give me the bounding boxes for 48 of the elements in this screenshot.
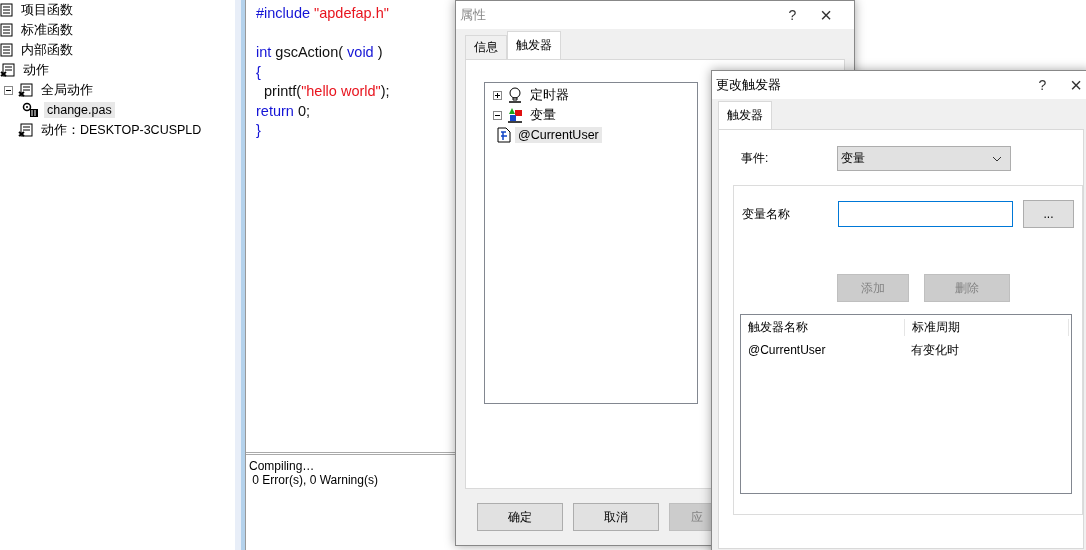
- code-line: printf("hello world");: [263, 83, 391, 101]
- browse-button[interactable]: ...: [1023, 200, 1074, 228]
- tree-item[interactable]: change.pas: [44, 102, 115, 118]
- help-button[interactable]: ?: [776, 7, 809, 23]
- event-label: 事件:: [741, 150, 770, 167]
- expand-toggle[interactable]: [493, 90, 502, 100]
- chevron-down-icon: [992, 155, 1002, 162]
- tree-item[interactable]: 全局动作: [38, 80, 96, 100]
- tree-item[interactable]: 标准函数: [18, 20, 76, 40]
- column-header[interactable]: 触发器名称: [741, 318, 905, 336]
- help-button[interactable]: ?: [1026, 77, 1059, 93]
- tree-item[interactable]: 项目函数: [18, 0, 76, 20]
- code-line: #include "apdefap.h": [256, 5, 390, 23]
- tree-item[interactable]: 动作：DESKTOP-3CUSPLD: [38, 120, 205, 140]
- document-icon: [497, 127, 511, 143]
- close-button[interactable]: ×: [1058, 73, 1086, 97]
- column-header[interactable]: 标准周期: [905, 318, 1069, 336]
- code-line: }: [256, 122, 262, 140]
- close-button[interactable]: ×: [808, 3, 844, 27]
- list-icon: [18, 123, 34, 137]
- list-icon: [18, 83, 34, 97]
- tree-item[interactable]: 内部函数: [18, 40, 76, 60]
- collapse-toggle[interactable]: [4, 85, 13, 95]
- tree-item[interactable]: 变量: [527, 105, 559, 125]
- tree-item[interactable]: 动作: [20, 60, 52, 80]
- dialog-title: 更改触发器: [716, 76, 782, 94]
- tree-item[interactable]: @CurrentUser: [515, 127, 602, 143]
- variable-name-field[interactable]: [838, 201, 1013, 227]
- dialog-title: 属性: [460, 6, 487, 24]
- tree-item[interactable]: 定时器: [527, 85, 572, 105]
- tab[interactable]: 触发器: [718, 101, 772, 129]
- lightbulb-icon: [507, 87, 523, 103]
- table-cell-text: @CurrentUser: [747, 343, 827, 357]
- code-line: int gscAction( void ): [256, 44, 384, 62]
- tab[interactable]: 信息: [465, 35, 507, 59]
- code-line: return 0;: [256, 102, 311, 121]
- code-line: {: [256, 63, 262, 82]
- dialog-button[interactable]: 确定: [477, 503, 563, 531]
- table-cell-text: 有变化时: [910, 341, 960, 359]
- collapse-toggle[interactable]: [493, 110, 502, 120]
- event-dropdown[interactable]: 变量: [837, 146, 1011, 171]
- blocks-icon: [507, 107, 523, 123]
- variable-name-label: 变量名称: [742, 205, 791, 223]
- gear-icon: [22, 102, 40, 118]
- output-line: Compiling…: [249, 459, 316, 473]
- output-line: 0 Error(s), 0 Warning(s): [251, 473, 379, 487]
- tab[interactable]: 触发器: [507, 31, 561, 59]
- dialog-button[interactable]: 取消: [573, 503, 659, 531]
